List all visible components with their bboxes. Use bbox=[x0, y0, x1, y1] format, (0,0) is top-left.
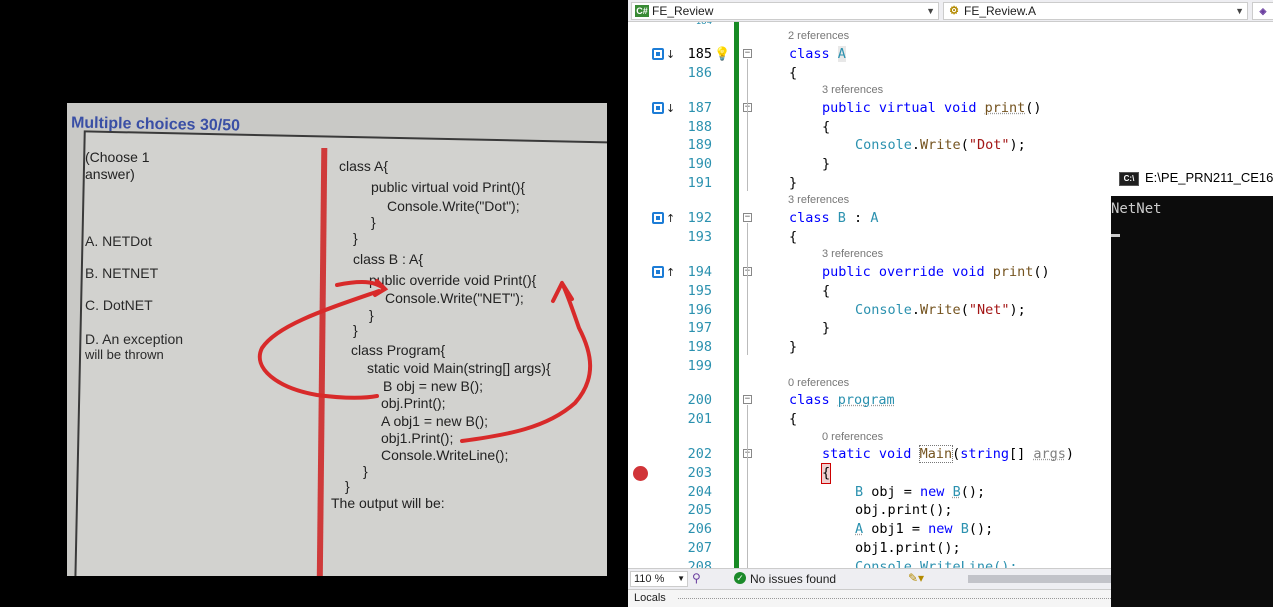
project-dropdown-label: FE_Review bbox=[652, 4, 714, 18]
code-line-188: 188 { bbox=[687, 119, 831, 135]
chevron-down-icon: ▼ bbox=[1235, 6, 1244, 16]
member-dropdown[interactable]: ◈ bbox=[1252, 2, 1273, 20]
brush-icon[interactable]: ✎▾ bbox=[908, 571, 924, 585]
codelens-references[interactable]: 0 references bbox=[788, 377, 849, 390]
console-window[interactable]: C:\ E:\PE_PRN211_CE16 NetNet bbox=[1111, 160, 1273, 607]
chevron-down-icon: ▼ bbox=[926, 6, 935, 16]
codelens-references[interactable]: 3 references bbox=[822, 248, 883, 261]
line-number: 185 bbox=[687, 46, 712, 62]
override-glyph-icon[interactable] bbox=[652, 266, 664, 278]
collapse-icon[interactable]: − bbox=[743, 395, 752, 404]
override-glyph-icon[interactable] bbox=[652, 48, 664, 60]
quiz-photo: Multiple choices 30/50 (Choose 1 answer)… bbox=[67, 103, 607, 576]
chevron-down-icon: ▼ bbox=[677, 574, 685, 583]
class-name: A bbox=[837, 46, 846, 62]
fold-guide bbox=[747, 405, 748, 568]
code-line-187: ↓ 187 − public virtual void print() bbox=[628, 99, 1273, 118]
project-dropdown[interactable]: C# FE_Review ▼ bbox=[631, 2, 939, 20]
check-icon: ✓ bbox=[734, 572, 746, 584]
fold-guide bbox=[747, 59, 748, 191]
console-titlebar[interactable]: C:\ E:\PE_PRN211_CE16 bbox=[1111, 160, 1273, 196]
codelens-references[interactable]: 3 references bbox=[788, 194, 849, 207]
collapse-icon[interactable]: − bbox=[743, 213, 752, 222]
screenshot-stage: Multiple choices 30/50 (Choose 1 answer)… bbox=[0, 0, 1273, 607]
console-icon: C:\ bbox=[1119, 172, 1139, 186]
codelens-references[interactable]: 2 references bbox=[788, 30, 849, 43]
breakpoint-icon[interactable] bbox=[633, 466, 648, 481]
code-line-186: 186 { bbox=[687, 65, 798, 81]
keyword: class bbox=[789, 46, 830, 62]
override-glyph-icon[interactable] bbox=[652, 102, 664, 114]
type-dropdown[interactable]: ⚙ FE_Review.A ▼ bbox=[943, 2, 1248, 20]
console-title: E:\PE_PRN211_CE16 bbox=[1145, 170, 1273, 185]
red-annotation-scribble bbox=[258, 279, 593, 443]
console-cursor bbox=[1111, 234, 1120, 237]
zoom-dropdown[interactable]: 110 % ▼ bbox=[630, 571, 688, 587]
class-icon: ⚙ bbox=[949, 5, 959, 17]
code-line: 184 bbox=[695, 22, 712, 27]
code-line-189: 189 Console.Write("Dot"); bbox=[687, 137, 1026, 153]
issues-status[interactable]: No issues found bbox=[750, 572, 836, 586]
member-icon: ◈ bbox=[1259, 6, 1267, 16]
lightbulb-icon[interactable]: 💡 bbox=[714, 46, 730, 64]
codelens-references[interactable]: 3 references bbox=[822, 84, 883, 97]
fold-guide bbox=[747, 223, 748, 355]
codelens-references[interactable]: 0 references bbox=[822, 431, 883, 444]
csharp-project-icon: C# bbox=[635, 5, 649, 17]
type-dropdown-label: FE_Review.A bbox=[964, 4, 1037, 18]
code-line-185: ↓ 185 💡 − class A bbox=[628, 45, 1273, 64]
console-output: NetNet bbox=[1111, 201, 1162, 217]
collapse-icon[interactable]: − bbox=[743, 49, 752, 58]
override-glyph-icon[interactable] bbox=[652, 212, 664, 224]
code-cleanup-icon[interactable]: ⚲ bbox=[692, 571, 701, 585]
navigation-bar: C# FE_Review ▼ ⚙ FE_Review.A ▼ ◈ bbox=[628, 0, 1273, 22]
